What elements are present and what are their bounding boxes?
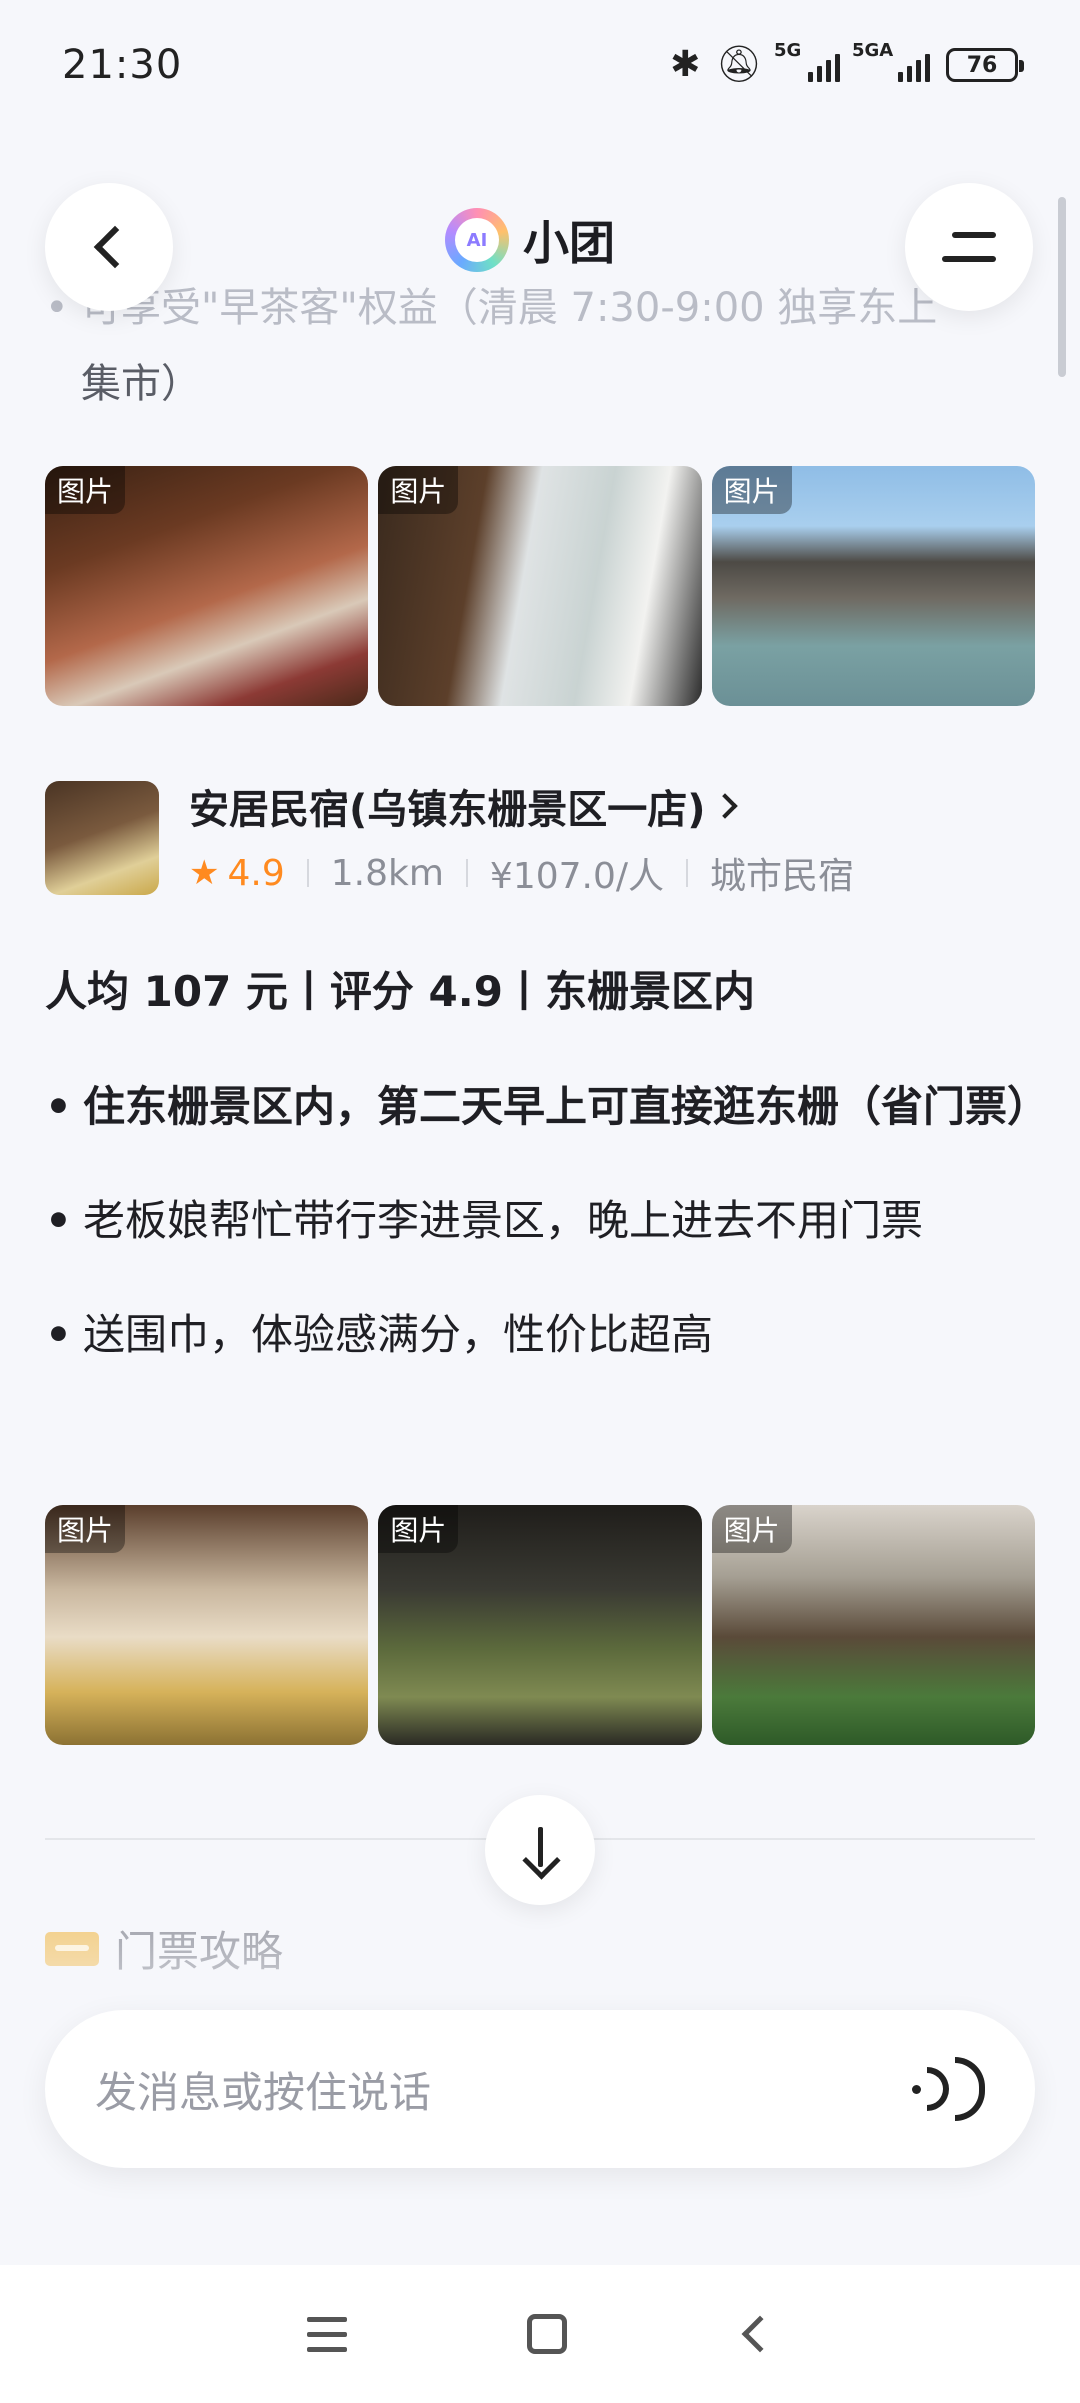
bluetooth-icon: ✱ (670, 44, 701, 85)
xiaotuan-logo-icon: AI (445, 208, 509, 272)
photo-room[interactable]: 图片 (45, 1505, 369, 1745)
photo-tag: 图片 (378, 1505, 459, 1553)
shop-card[interactable]: 安居民宿(乌镇东栅景区一店) ★ 4.9 1.8km ¥107.0/人 城市民宿 (45, 778, 1035, 898)
app-title-group: AI 小团 (445, 207, 615, 273)
next-section-header: 门票攻略 (45, 1918, 283, 1979)
bullet-text: 送围巾，体验感满分，性价比超高 (83, 1310, 714, 1359)
bullet-text: 老板娘帮忙带行李进景区，晚上进去不用门票 (83, 1196, 924, 1245)
photo-bathroom[interactable]: 图片 (378, 466, 702, 706)
mute-bell-icon: 🔕︎ (716, 44, 762, 85)
shop-rating: 4.9 (227, 852, 285, 894)
star-icon: ★ (189, 853, 220, 893)
photo-tag: 图片 (45, 1505, 126, 1553)
battery-icon: 76 (946, 48, 1024, 82)
message-input-bar[interactable]: 发消息或按住说话 (45, 2010, 1035, 2168)
signal-icon-2: 5GA (852, 40, 930, 82)
photo-courtyard[interactable]: 图片 (378, 1505, 702, 1745)
nav-back-icon[interactable] (741, 2315, 779, 2353)
shop-meta: ★ 4.9 1.8km ¥107.0/人 城市民宿 (189, 847, 854, 899)
divider (465, 859, 468, 887)
photo-row: 图片 图片 图片 (45, 1505, 1035, 1745)
status-bar: 21:30 ✱ 🔕︎ 5G 5GA 76 (0, 0, 1080, 130)
photo-tag: 图片 (378, 466, 459, 514)
faded-bullet-line2: 集市） (81, 361, 201, 407)
status-icons: ✱ 🔕︎ 5G 5GA 76 (670, 40, 1024, 85)
shop-name-link[interactable]: 安居民宿(乌镇东栅景区一店) (189, 777, 854, 835)
bullet-text: 住东栅景区内，第二天早上可直接逛东栅（省门票） (83, 1082, 1050, 1131)
home-icon[interactable] (527, 2314, 567, 2354)
photo-tag: 图片 (711, 466, 792, 514)
photo-waterfront[interactable]: 图片 (711, 466, 1035, 706)
shop-category: 城市民宿 (710, 856, 855, 897)
bullet-item: • 住东栅景区内，第二天早上可直接逛东栅（省门票） (45, 1070, 1050, 1144)
network-type-label: 5G (774, 40, 802, 61)
back-button[interactable] (45, 183, 173, 311)
summary-line: 人均 107 元丨评分 4.9丨东栅景区内 (45, 967, 755, 1016)
shop-distance: 1.8km (330, 852, 444, 894)
menu-icon (942, 232, 996, 262)
divider (306, 859, 309, 887)
voice-icon[interactable] (912, 2057, 985, 2121)
message-input[interactable]: 发消息或按住说话 (95, 2059, 431, 2120)
back-chevron-icon (93, 225, 137, 269)
network-type-label-2: 5GA (852, 40, 894, 61)
menu-button[interactable] (905, 183, 1033, 311)
photo-tag: 图片 (711, 1505, 792, 1553)
photo-row: 图片 图片 图片 (45, 466, 1035, 706)
bullet-list: • 住东栅景区内，第二天早上可直接逛东栅（省门票） • 老板娘帮忙带行李进景区，晚上… (45, 1070, 1050, 1412)
photo-tag: 图片 (45, 466, 126, 514)
divider (686, 859, 689, 887)
next-section-title: 门票攻略 (115, 1927, 284, 1976)
app-header: AI 小团 (0, 175, 1080, 315)
shop-price: ¥107.0/人 (489, 856, 665, 897)
chevron-right-icon (711, 793, 738, 819)
ticket-icon (45, 1931, 99, 1966)
app-title: 小团 (523, 216, 615, 270)
bullet-item: • 老板娘帮忙带行李进景区，晚上进去不用门票 (45, 1184, 1035, 1258)
shop-info: 安居民宿(乌镇东栅景区一店) ★ 4.9 1.8km ¥107.0/人 城市民宿 (189, 777, 854, 899)
signal-icon: 5G (774, 40, 840, 82)
shop-name: 安居民宿(乌镇东栅景区一店) (189, 787, 706, 833)
system-nav-bar (0, 2265, 1080, 2403)
photo-garden-swing[interactable]: 图片 (711, 1505, 1035, 1745)
recent-apps-icon[interactable] (307, 2316, 347, 2352)
bullet-item: • 送围巾，体验感满分，性价比超高 (45, 1298, 1035, 1372)
photo-bedroom[interactable]: 图片 (45, 466, 369, 706)
scroll-down-button[interactable] (485, 1795, 595, 1905)
arrow-down-icon (525, 1827, 555, 1873)
status-time: 21:30 (62, 42, 183, 88)
shop-thumbnail[interactable] (45, 781, 159, 895)
